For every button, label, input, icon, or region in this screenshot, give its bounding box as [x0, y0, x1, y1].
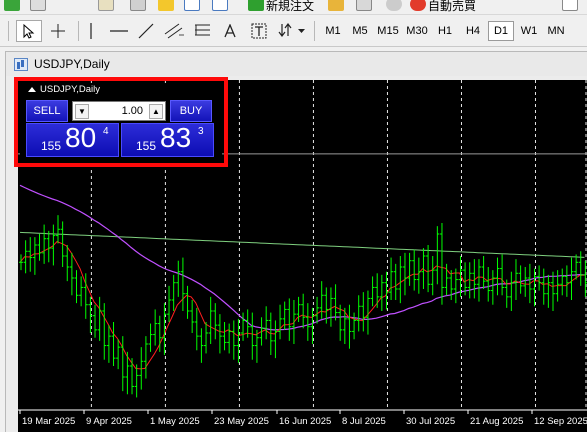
one-click-title[interactable]: USDJPY,Daily	[28, 84, 100, 95]
timeframe-m15[interactable]: M15	[373, 21, 403, 41]
lot-decrease-button[interactable]: ▼	[75, 104, 89, 119]
trendline-icon	[138, 23, 154, 39]
one-click-trading-panel: USDJPY,Daily SELL ▼ 1.00 ▲ BUY 155 80 4 …	[20, 83, 222, 161]
fibonacci-tool[interactable]	[192, 20, 216, 42]
x-tick-label: 21 Aug 2025	[470, 416, 523, 427]
new-order-label[interactable]: 新規注文	[266, 0, 314, 14]
vertical-line-icon	[90, 23, 92, 39]
tester-icon[interactable]	[212, 0, 228, 11]
x-tick-label: 1 May 2025	[150, 416, 200, 427]
toolbar-grip	[8, 21, 9, 41]
text-a-icon	[224, 24, 236, 38]
terminal-icon[interactable]	[184, 0, 200, 11]
market-watch-icon[interactable]	[98, 0, 114, 11]
toolbar-separator	[314, 21, 315, 41]
new-order-icon[interactable]	[248, 0, 264, 11]
text-label-icon	[251, 23, 267, 39]
options-icon[interactable]	[562, 0, 578, 11]
new-chart-icon[interactable]	[4, 0, 20, 11]
metaeditor-icon[interactable]	[328, 0, 344, 11]
trendline-tool[interactable]	[134, 20, 158, 42]
crosshair-icon	[51, 24, 65, 38]
timeframe-d1[interactable]: D1	[488, 21, 514, 41]
chart-window-icon	[14, 57, 28, 71]
market-icon[interactable]	[386, 0, 402, 11]
buy-price-button[interactable]: 155 83 3	[121, 122, 214, 157]
chart-window-titlebar[interactable]: USDJPY,Daily	[6, 52, 587, 76]
favorites-icon[interactable]	[158, 0, 174, 11]
text-tool[interactable]	[220, 20, 240, 42]
horizontal-line-icon	[110, 30, 128, 32]
vertical-line-tool[interactable]	[84, 20, 98, 42]
channel-icon	[164, 23, 184, 39]
x-tick-label: 12 Sep 2025	[534, 416, 587, 427]
fibonacci-icon	[195, 24, 210, 36]
sell-button[interactable]: SELL	[26, 100, 68, 122]
one-click-symbol: USDJPY,Daily	[40, 84, 101, 95]
lot-increase-button[interactable]: ▲	[149, 104, 163, 119]
sell-price-button[interactable]: 155 80 4	[26, 122, 119, 157]
timeframe-h1[interactable]: H1	[430, 21, 460, 41]
signals-icon[interactable]	[356, 0, 372, 11]
sell-price-main: 80	[65, 122, 97, 153]
timeframe-m5[interactable]: M5	[345, 21, 375, 41]
arrows-icon	[278, 23, 305, 37]
one-click-trading-highlight: USDJPY,Daily SELL ▼ 1.00 ▲ BUY 155 80 4 …	[14, 77, 228, 167]
x-tick-label: 9 Apr 2025	[86, 416, 132, 427]
crosshair-tool[interactable]	[46, 20, 70, 42]
cursor-tool[interactable]	[16, 20, 42, 42]
x-tick-label: 19 Mar 2025	[22, 416, 75, 427]
timeframe-h4[interactable]: H4	[458, 21, 488, 41]
charts-toolbar: M1 M5 M15 M30 H1 H4 D1 W1 MN	[0, 15, 587, 47]
cursor-icon	[23, 23, 35, 39]
lot-size-value[interactable]: 1.00	[122, 105, 143, 117]
x-tick-label: 8 Jul 2025	[342, 416, 386, 427]
toolbar-separator	[78, 21, 79, 41]
buy-price-pipette: 3	[198, 126, 204, 137]
sell-price-prefix: 155	[41, 139, 62, 153]
timeframe-mn[interactable]: MN	[541, 21, 571, 41]
chart-window-title: USDJPY,Daily	[34, 57, 110, 71]
x-tick-label: 16 Jun 2025	[279, 416, 331, 427]
timeframe-m30[interactable]: M30	[402, 21, 432, 41]
buy-button[interactable]: BUY	[170, 100, 212, 122]
auto-trading-icon[interactable]	[410, 0, 426, 11]
lot-size-field[interactable]: ▼ 1.00 ▲	[72, 101, 166, 121]
sell-price-pipette: 4	[103, 126, 109, 137]
navigator-icon[interactable]	[130, 0, 146, 11]
profiles-icon[interactable]	[30, 0, 46, 11]
timeframe-m1[interactable]: M1	[318, 21, 348, 41]
moving-average-slow	[19, 231, 585, 258]
horizontal-line-tool[interactable]	[108, 20, 130, 42]
equidistant-channel-tool[interactable]	[162, 20, 186, 42]
buy-price-prefix: 155	[136, 139, 157, 153]
collapse-triangle-icon[interactable]	[28, 87, 36, 92]
buy-price-main: 83	[160, 122, 192, 153]
text-label-tool[interactable]	[248, 20, 270, 42]
standard-toolbar: 新規注文 自動売買	[0, 0, 587, 15]
auto-trading-label[interactable]: 自動売買	[428, 0, 476, 14]
x-tick-label: 30 Jul 2025	[406, 416, 455, 427]
timeframe-w1[interactable]: W1	[514, 21, 544, 41]
arrows-tool[interactable]	[276, 20, 308, 42]
x-tick-label: 23 May 2025	[214, 416, 269, 427]
